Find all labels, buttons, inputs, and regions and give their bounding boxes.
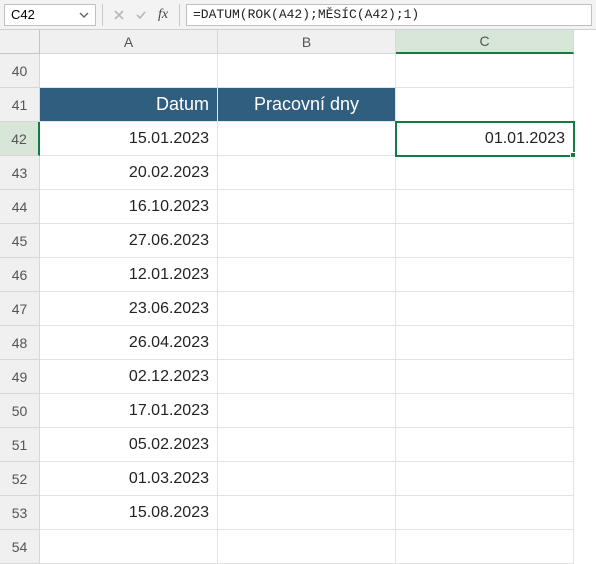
cell-value: 15.01.2023 bbox=[129, 130, 209, 148]
cell-value: Datum bbox=[156, 94, 209, 115]
cell-value: 16.10.2023 bbox=[129, 198, 209, 216]
row-header[interactable]: 45 bbox=[0, 224, 40, 258]
cell[interactable]: 12.01.2023 bbox=[40, 258, 218, 292]
cell[interactable]: 15.08.2023 bbox=[40, 496, 218, 530]
cell[interactable] bbox=[396, 190, 574, 224]
cancel-formula-icon[interactable] bbox=[109, 5, 129, 25]
row-header[interactable]: 51 bbox=[0, 428, 40, 462]
cell-value: 20.02.2023 bbox=[129, 164, 209, 182]
name-box-value: C42 bbox=[11, 7, 35, 22]
row-header[interactable]: 50 bbox=[0, 394, 40, 428]
cell-value: Pracovní dny bbox=[254, 94, 359, 115]
cell[interactable] bbox=[396, 88, 574, 122]
cell[interactable]: 23.06.2023 bbox=[40, 292, 218, 326]
spreadsheet-grid[interactable]: A B C 4041 Datum Pracovní dny 42 15.01.2023 0… bbox=[0, 30, 596, 564]
cell[interactable] bbox=[396, 292, 574, 326]
cell-value: 15.08.2023 bbox=[129, 504, 209, 522]
row-header[interactable]: 40 bbox=[0, 54, 40, 88]
row-header[interactable]: 48 bbox=[0, 326, 40, 360]
cell[interactable] bbox=[396, 326, 574, 360]
cell-value: 12.01.2023 bbox=[129, 266, 209, 284]
cell-value: 05.02.2023 bbox=[129, 436, 209, 454]
cell[interactable] bbox=[218, 326, 396, 360]
row-header[interactable]: 42 bbox=[0, 122, 40, 156]
chevron-down-icon[interactable] bbox=[79, 10, 89, 20]
column-header-c[interactable]: C bbox=[396, 30, 574, 54]
cell[interactable] bbox=[218, 496, 396, 530]
row-header[interactable]: 46 bbox=[0, 258, 40, 292]
cell[interactable]: 05.02.2023 bbox=[40, 428, 218, 462]
cell[interactable] bbox=[218, 394, 396, 428]
row-header[interactable]: 43 bbox=[0, 156, 40, 190]
row-header[interactable]: 53 bbox=[0, 496, 40, 530]
cell[interactable]: Pracovní dny bbox=[218, 88, 396, 122]
cell-value: 26.04.2023 bbox=[129, 334, 209, 352]
cell[interactable] bbox=[218, 360, 396, 394]
fill-handle[interactable] bbox=[570, 152, 576, 158]
cell[interactable]: 01.03.2023 bbox=[40, 462, 218, 496]
cell[interactable] bbox=[218, 428, 396, 462]
cell[interactable] bbox=[396, 462, 574, 496]
divider bbox=[179, 4, 180, 26]
cell[interactable]: 15.01.2023 bbox=[40, 122, 218, 156]
cell[interactable]: Datum bbox=[40, 88, 218, 122]
fx-icon[interactable]: fx bbox=[153, 5, 173, 25]
cell[interactable] bbox=[218, 122, 396, 156]
select-all-corner[interactable] bbox=[0, 30, 40, 54]
cell-value: 02.12.2023 bbox=[129, 368, 209, 386]
row-header[interactable]: 47 bbox=[0, 292, 40, 326]
cell-value: 01.01.2023 bbox=[485, 130, 565, 148]
cell[interactable] bbox=[40, 530, 218, 564]
cell[interactable]: 27.06.2023 bbox=[40, 224, 218, 258]
row-header[interactable]: 41 bbox=[0, 88, 40, 122]
cell[interactable]: 02.12.2023 bbox=[40, 360, 218, 394]
cell[interactable] bbox=[218, 224, 396, 258]
cell[interactable]: 20.02.2023 bbox=[40, 156, 218, 190]
confirm-formula-icon[interactable] bbox=[131, 5, 151, 25]
cell[interactable] bbox=[218, 156, 396, 190]
formula-input[interactable]: =DATUM(ROK(A42);MĚSÍC(A42);1) bbox=[186, 4, 592, 26]
cell[interactable]: 26.04.2023 bbox=[40, 326, 218, 360]
cell[interactable] bbox=[218, 258, 396, 292]
cell-value: 17.01.2023 bbox=[129, 402, 209, 420]
cell[interactable]: 17.01.2023 bbox=[40, 394, 218, 428]
cell[interactable] bbox=[218, 530, 396, 564]
cell[interactable] bbox=[218, 292, 396, 326]
cell[interactable] bbox=[218, 54, 396, 88]
column-header-a[interactable]: A bbox=[40, 30, 218, 54]
cell[interactable] bbox=[218, 462, 396, 496]
cell[interactable] bbox=[396, 530, 574, 564]
divider bbox=[102, 4, 103, 26]
name-box[interactable]: C42 bbox=[4, 4, 96, 26]
cell-value: 27.06.2023 bbox=[129, 232, 209, 250]
cell[interactable] bbox=[396, 360, 574, 394]
column-header-b[interactable]: B bbox=[218, 30, 396, 54]
row-header[interactable]: 54 bbox=[0, 530, 40, 564]
row-header[interactable]: 52 bbox=[0, 462, 40, 496]
cell[interactable] bbox=[396, 54, 574, 88]
formula-text: =DATUM(ROK(A42);MĚSÍC(A42);1) bbox=[193, 7, 419, 22]
formula-bar: C42 fx =DATUM(ROK(A42);MĚSÍC(A42);1) bbox=[0, 0, 596, 30]
cell[interactable] bbox=[396, 428, 574, 462]
formula-buttons: fx bbox=[109, 5, 173, 25]
cell[interactable]: 01.01.2023 bbox=[396, 122, 574, 156]
cell-value: 23.06.2023 bbox=[129, 300, 209, 318]
cell[interactable] bbox=[396, 394, 574, 428]
cell[interactable] bbox=[396, 156, 574, 190]
row-header[interactable]: 44 bbox=[0, 190, 40, 224]
cell[interactable] bbox=[396, 258, 574, 292]
cell[interactable]: 16.10.2023 bbox=[40, 190, 218, 224]
cell[interactable] bbox=[40, 54, 218, 88]
cell[interactable] bbox=[396, 496, 574, 530]
row-header[interactable]: 49 bbox=[0, 360, 40, 394]
cell[interactable] bbox=[396, 224, 574, 258]
cell[interactable] bbox=[218, 190, 396, 224]
cell-value: 01.03.2023 bbox=[129, 470, 209, 488]
